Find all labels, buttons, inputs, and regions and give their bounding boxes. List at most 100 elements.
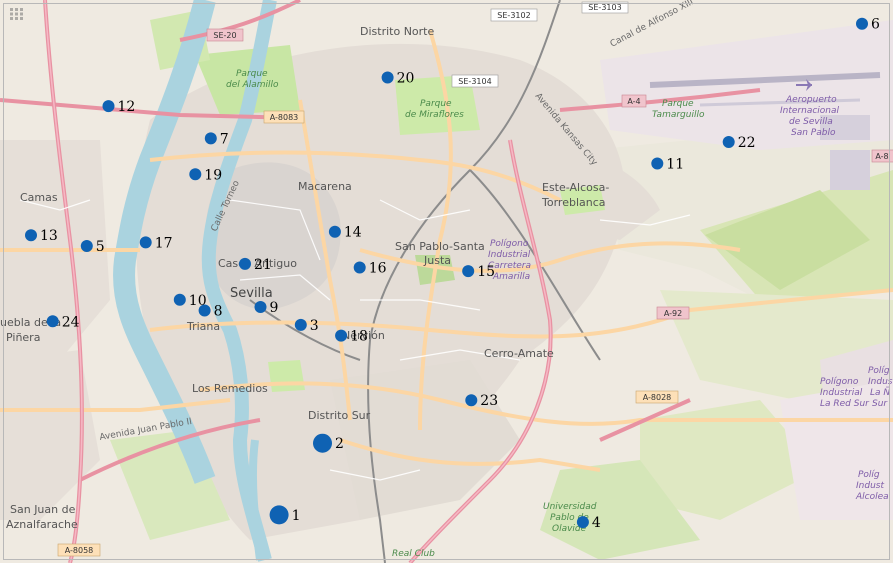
map-point-label: 5: [96, 239, 105, 255]
label-poligono-carretera-4: Amarilla: [492, 272, 530, 282]
map-point-label: 12: [118, 99, 136, 115]
label-universidad-1: Universidad: [543, 502, 597, 512]
label-aeropuerto-3: de Sevilla: [789, 117, 833, 127]
map-point-label: 1: [292, 508, 301, 524]
label-san-pablo-1: San Pablo-Santa: [395, 240, 485, 253]
svg-text:SE-20: SE-20: [213, 31, 236, 40]
map-point-label: 21: [254, 257, 272, 273]
map-point-label: 10: [189, 293, 207, 309]
map-point-marker[interactable]: [576, 516, 589, 529]
map-point-marker[interactable]: [46, 315, 59, 328]
label-parque-tamarguillo-2: Tamarguillo: [652, 110, 705, 120]
map-point-marker[interactable]: [294, 318, 307, 331]
map-point-label: 11: [666, 157, 684, 173]
map-point-marker[interactable]: [856, 17, 868, 30]
map-point-label: 4: [592, 515, 601, 531]
map-point-marker[interactable]: [25, 229, 37, 242]
label-poligono-right-4: Sur: [872, 399, 888, 409]
svg-text:SE-3103: SE-3103: [588, 3, 621, 12]
label-poligono-alcolea-1: Políg: [858, 470, 880, 480]
label-este-2: Torreblanca: [541, 196, 606, 209]
map-point-marker[interactable]: [465, 394, 478, 407]
map-point-label: 7: [220, 131, 229, 147]
map-point-label: 18: [350, 329, 368, 345]
map-point-label: 2: [335, 436, 344, 452]
map-point-label: 16: [369, 261, 387, 277]
map-point-label: 22: [738, 135, 756, 151]
map-point-label: 20: [397, 71, 415, 87]
map-point-marker[interactable]: [328, 225, 341, 238]
map-point-label: 23: [480, 393, 498, 409]
shield-se3104: SE-3104: [451, 74, 499, 88]
map-point-marker[interactable]: [651, 157, 664, 170]
map-point-label: 19: [204, 167, 222, 183]
map-point-marker[interactable]: [313, 433, 332, 453]
label-parque-miraflores-2: de Miraflores: [405, 110, 464, 120]
map-point-label: 9: [270, 300, 279, 316]
label-poligono-carretera-2: Industrial: [488, 250, 531, 260]
map-point-marker[interactable]: [173, 293, 186, 306]
label-san-juan-2: Aznalfarache: [6, 518, 78, 531]
map-point-marker[interactable]: [353, 261, 366, 274]
label-poligono-carretera-1: Polígono: [490, 239, 529, 249]
label-poligono-redsur-1: Polígono: [820, 377, 859, 387]
label-aeropuerto-2: Internacional: [780, 106, 840, 116]
shield-a8083: A-8083: [263, 110, 305, 124]
label-aeropuerto-4: San Pablo: [791, 128, 836, 138]
label-triana: Triana: [186, 320, 220, 333]
map-point-marker[interactable]: [102, 100, 115, 113]
label-poligono-redsur-3: La Red Sur: [820, 399, 870, 409]
label-aeropuerto-1: Aeropuerto: [785, 95, 837, 105]
map-point-marker[interactable]: [335, 329, 348, 342]
map-point-marker[interactable]: [722, 136, 735, 148]
label-real-club: Real Club: [392, 549, 435, 559]
label-poligono-redsur-2: Industrial: [820, 388, 863, 398]
map-point-label: 13: [40, 228, 58, 244]
label-poligono-alcolea-3: Alcolea: [855, 492, 889, 502]
label-poligono-right-3: La Ñ: [870, 387, 890, 398]
svg-text:A-92: A-92: [664, 309, 682, 318]
label-distrito-norte: Distrito Norte: [360, 25, 434, 38]
shield-se20: SE-20: [206, 28, 244, 42]
map-point-label: 14: [344, 225, 362, 241]
svg-text:SE-3102: SE-3102: [497, 11, 530, 20]
label-camas: Camas: [20, 191, 58, 204]
map-point-2[interactable]: 2: [313, 433, 344, 453]
map-point-1[interactable]: 1: [269, 505, 301, 525]
map[interactable]: SE-20 A-8083 SE-3102 SE-3103 SE-3104 A-4…: [0, 0, 893, 563]
map-point-marker[interactable]: [189, 168, 202, 181]
shield-se3102: SE-3102: [490, 8, 538, 22]
label-este-1: Este-Alcosa-: [542, 181, 609, 194]
label-distrito-sur: Distrito Sur: [308, 409, 371, 422]
map-point-marker[interactable]: [80, 240, 93, 252]
label-poligono-right-1: Políg: [868, 366, 890, 376]
map-point-marker[interactable]: [269, 505, 289, 525]
shield-a8: A-8: [871, 149, 893, 163]
map-point-label: 15: [477, 264, 495, 280]
map-point-marker[interactable]: [204, 132, 217, 145]
label-sevilla: Sevilla: [230, 286, 273, 301]
label-los-remedios: Los Remedios: [192, 382, 268, 395]
map-point-marker[interactable]: [239, 257, 251, 270]
map-point-label: 3: [310, 318, 319, 334]
map-point-label: 6: [871, 17, 880, 33]
label-parque-alamillo-2: del Alamillo: [226, 80, 279, 90]
svg-text:A-8083: A-8083: [270, 113, 299, 122]
map-point-marker[interactable]: [462, 265, 475, 278]
label-parque-tamarguillo-1: Parque: [662, 99, 694, 109]
map-point-marker[interactable]: [381, 71, 394, 84]
map-point-marker[interactable]: [254, 301, 267, 313]
svg-text:A-8028: A-8028: [643, 393, 672, 402]
map-point-label: 17: [155, 235, 173, 251]
svg-text:A-8058: A-8058: [65, 546, 94, 555]
label-san-juan-1: San Juan de: [10, 503, 76, 516]
map-point-label: 8: [214, 304, 223, 320]
map-point-label: 24: [62, 314, 80, 330]
grid-icon[interactable]: [10, 8, 24, 20]
svg-text:A-4: A-4: [627, 97, 640, 106]
label-cerro-amate: Cerro-Amate: [484, 347, 554, 360]
svg-text:A-8: A-8: [875, 152, 888, 161]
shield-se3103: SE-3103: [581, 1, 629, 14]
map-point-marker[interactable]: [139, 236, 152, 249]
shield-a8058: A-8058: [57, 543, 101, 557]
